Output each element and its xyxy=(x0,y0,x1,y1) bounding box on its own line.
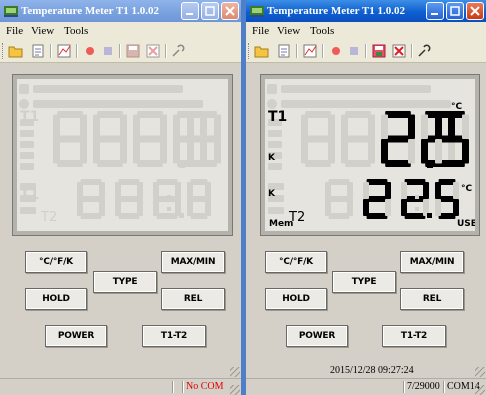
lcd-display: T1 K K Mem T2 °C °C USB xyxy=(260,74,480,236)
lcd-segments: T1T1T2 xyxy=(19,84,221,225)
unit-toggle-button[interactable]: °C/°F/K xyxy=(265,251,327,273)
open-folder-icon[interactable] xyxy=(8,43,24,59)
resize-grip[interactable] xyxy=(475,367,485,377)
lcd-main-digit xyxy=(93,111,127,167)
stop-icon[interactable] xyxy=(346,43,362,59)
lcd-main-channel: T1 xyxy=(268,109,287,125)
lcd-main-digit xyxy=(301,111,335,167)
lcd-sub-digit xyxy=(325,179,353,219)
t1-t2-button[interactable]: T1-T2 xyxy=(382,325,446,347)
lcd-main-digit xyxy=(381,111,415,167)
window-title: Temperature Meter T1 1.0.02 xyxy=(267,5,405,17)
resize-grip[interactable] xyxy=(475,385,485,395)
lcd-sub-digit xyxy=(187,179,211,219)
power-button[interactable]: POWER xyxy=(45,325,107,347)
maximize-button[interactable] xyxy=(446,2,464,20)
status-progress xyxy=(172,381,182,393)
record-icon[interactable] xyxy=(328,43,344,59)
rel-button[interactable]: REL xyxy=(161,288,225,310)
t1-t2-button[interactable]: T1-T2 xyxy=(142,325,206,347)
status-timestamp: 2015/12/28 09:27:24 xyxy=(330,365,414,376)
lcd-sub-channel-ghost: T1 xyxy=(20,187,39,203)
menu-bar: File View Tools xyxy=(0,22,241,40)
toolbar-grip xyxy=(248,43,251,59)
lcd-display: T1 T1 T2 xyxy=(12,74,233,236)
clear-chart-icon[interactable] xyxy=(145,43,161,59)
status-connection: No COM xyxy=(182,381,224,393)
stop-icon[interactable] xyxy=(100,43,116,59)
maxmin-button[interactable]: MAX/MIN xyxy=(400,251,464,273)
save-icon[interactable] xyxy=(371,43,387,59)
record-icon[interactable] xyxy=(82,43,98,59)
menu-file[interactable]: File xyxy=(252,25,269,37)
status-bar: 7/29000 COM14 xyxy=(246,378,486,395)
close-button[interactable] xyxy=(221,2,239,20)
maxmin-button[interactable]: MAX/MIN xyxy=(161,251,225,273)
minimize-button[interactable] xyxy=(426,2,444,20)
status-bar-top: 2015/12/28 09:27:24 xyxy=(246,364,486,378)
lcd-usb-label: USB xyxy=(457,219,475,229)
app-icon xyxy=(250,6,264,17)
maximize-button[interactable] xyxy=(201,2,219,20)
toolbar xyxy=(0,40,241,63)
lcd-sub-digit xyxy=(115,179,143,219)
lcd-main-unit: °C xyxy=(451,102,463,112)
resize-grip[interactable] xyxy=(230,367,240,377)
app-window-left: Temperature Meter T1 1.0.02 File View To… xyxy=(0,0,241,395)
clear-chart-icon[interactable] xyxy=(391,43,407,59)
close-button[interactable] xyxy=(466,2,484,20)
status-bar-top xyxy=(0,364,241,378)
title-bar[interactable]: Temperature Meter T1 1.0.02 xyxy=(0,0,241,22)
type-button[interactable]: TYPE xyxy=(93,271,157,293)
document-icon[interactable] xyxy=(276,43,292,59)
minimize-button[interactable] xyxy=(181,2,199,20)
open-folder-icon[interactable] xyxy=(254,43,270,59)
menu-tools[interactable]: Tools xyxy=(310,25,334,37)
menu-bar: File View Tools xyxy=(246,22,486,40)
lcd-main-digit xyxy=(341,111,375,167)
chart-icon[interactable] xyxy=(302,43,318,59)
status-bar: No COM xyxy=(0,378,241,395)
lcd-sub-channel-ghost: T2 xyxy=(40,210,57,225)
lcd-sub-digit xyxy=(435,179,459,219)
lcd-main-digit xyxy=(53,111,87,167)
connect-icon[interactable] xyxy=(170,43,186,59)
toolbar-grip xyxy=(2,43,5,59)
lcd-sub-type: K xyxy=(268,189,276,199)
connect-icon[interactable] xyxy=(416,43,432,59)
lcd-sub-channel: T2 xyxy=(288,210,305,225)
power-button[interactable]: POWER xyxy=(286,325,348,347)
menu-tools[interactable]: Tools xyxy=(64,25,88,37)
hold-button[interactable]: HOLD xyxy=(265,288,327,310)
menu-view[interactable]: View xyxy=(31,25,54,37)
type-button[interactable]: TYPE xyxy=(332,271,396,293)
lcd-main-type: K xyxy=(268,153,276,163)
menu-file[interactable]: File xyxy=(6,25,23,37)
chart-icon[interactable] xyxy=(56,43,72,59)
lcd-sub-digit xyxy=(363,179,391,219)
lcd-segments: T1KKMemT2°C°CUSB xyxy=(267,84,475,229)
status-record-count: 7/29000 xyxy=(403,381,440,393)
app-icon xyxy=(4,6,18,17)
hold-button[interactable]: HOLD xyxy=(25,288,87,310)
save-icon[interactable] xyxy=(125,43,141,59)
app-window-right: Temperature Meter T1 1.0.02 File View To… xyxy=(246,0,486,395)
lcd-main-digit xyxy=(133,111,167,167)
unit-toggle-button[interactable]: °C/°F/K xyxy=(25,251,87,273)
window-title: Temperature Meter T1 1.0.02 xyxy=(21,5,159,17)
document-icon[interactable] xyxy=(30,43,46,59)
resize-grip[interactable] xyxy=(230,385,240,395)
lcd-sub-unit: °C xyxy=(461,184,473,194)
rel-button[interactable]: REL xyxy=(400,288,464,310)
toolbar xyxy=(246,40,486,63)
lcd-sub-digit xyxy=(77,179,105,219)
menu-view[interactable]: View xyxy=(277,25,300,37)
title-bar[interactable]: Temperature Meter T1 1.0.02 xyxy=(246,0,486,22)
lcd-main-channel: T1 xyxy=(20,109,39,125)
